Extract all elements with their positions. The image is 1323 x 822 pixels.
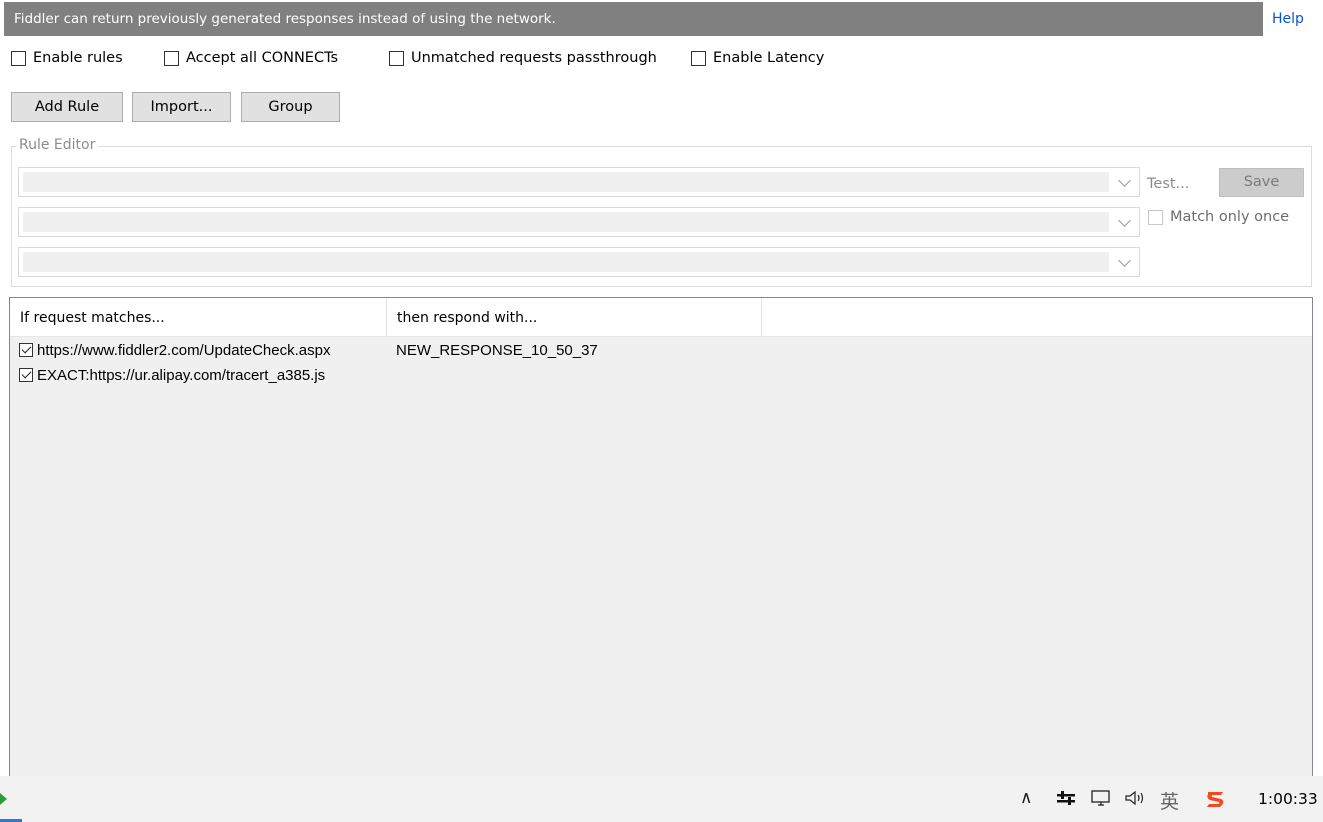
table-row[interactable]: https://www.fiddler2.com/UpdateCheck.asp… (10, 339, 598, 361)
input-method-indicator[interactable]: 英 (1160, 787, 1179, 814)
add-rule-button[interactable]: Add Rule (11, 92, 123, 122)
chevron-up-icon[interactable]: ∧ (1020, 788, 1032, 808)
autoresponder-panel: Fiddler can return previously generated … (0, 0, 1323, 822)
rules-list[interactable]: If request matches... then respond with.… (9, 297, 1313, 787)
unmatched-passthrough-option[interactable]: Unmatched requests passthrough (389, 48, 657, 68)
info-banner: Fiddler can return previously generated … (4, 2, 1263, 36)
enable-rules-label: Enable rules (33, 50, 123, 66)
match-only-once-label: Match only once (1170, 209, 1290, 225)
monitor-icon[interactable] (1090, 789, 1112, 812)
match-only-once-option[interactable]: Match only once (1148, 209, 1289, 225)
column-header-match[interactable]: If request matches... (10, 298, 387, 336)
accept-connects-label: Accept all CONNECTs (186, 50, 339, 66)
accept-connects-checkbox[interactable] (164, 50, 179, 66)
rule-match: https://www.fiddler2.com/UpdateCheck.asp… (37, 341, 331, 359)
network-adapter-icon[interactable] (1055, 789, 1077, 812)
extra-options-field[interactable] (23, 252, 1109, 272)
test-link[interactable]: Test... (1147, 176, 1189, 192)
chevron-down-icon[interactable] (1118, 214, 1131, 227)
table-row[interactable]: EXACT:https://ur.alipay.com/tracert_a385… (10, 364, 378, 386)
group-button[interactable]: Group (241, 92, 340, 122)
response-action-field[interactable] (23, 212, 1109, 232)
column-header-response[interactable]: then respond with... (387, 298, 762, 336)
help-link[interactable]: Help (1272, 11, 1304, 27)
match-pattern-field[interactable] (23, 172, 1109, 192)
clock[interactable]: 1:00:33 (1258, 790, 1318, 808)
enable-rules-option[interactable]: Enable rules (11, 48, 123, 68)
response-action-combo[interactable] (18, 207, 1140, 237)
rule-editor-title: Rule Editor (16, 137, 99, 153)
rule-match: EXACT:https://ur.alipay.com/tracert_a385… (37, 366, 326, 384)
rule-enabled-checkbox[interactable] (19, 368, 33, 382)
speaker-icon[interactable] (1124, 789, 1148, 812)
enable-rules-checkbox[interactable] (11, 50, 26, 66)
rule-enabled-checkbox[interactable] (19, 343, 33, 357)
extra-options-combo[interactable] (18, 247, 1140, 277)
enable-latency-label: Enable Latency (713, 50, 825, 66)
enable-latency-option[interactable]: Enable Latency (691, 48, 824, 68)
enable-latency-checkbox[interactable] (691, 50, 706, 66)
unmatched-passthrough-checkbox[interactable] (389, 50, 404, 66)
match-only-once-checkbox[interactable] (1148, 209, 1163, 225)
unmatched-passthrough-label: Unmatched requests passthrough (411, 50, 657, 66)
rules-list-header: If request matches... then respond with.… (10, 298, 1312, 337)
accept-connects-option[interactable]: Accept all CONNECTs (164, 48, 338, 68)
play-icon[interactable] (0, 793, 7, 805)
chevron-down-icon[interactable] (1118, 174, 1131, 187)
save-button[interactable]: Save (1219, 168, 1304, 197)
chevron-down-icon[interactable] (1118, 254, 1131, 267)
import-button[interactable]: Import... (132, 92, 231, 122)
taskbar: ∧ 英 1:00:33 (0, 776, 1323, 822)
rule-response: NEW_RESPONSE_10_50_37 (396, 341, 598, 359)
sogou-icon[interactable] (1204, 788, 1228, 815)
banner-text: Fiddler can return previously generated … (14, 11, 556, 27)
match-pattern-combo[interactable] (18, 167, 1140, 197)
